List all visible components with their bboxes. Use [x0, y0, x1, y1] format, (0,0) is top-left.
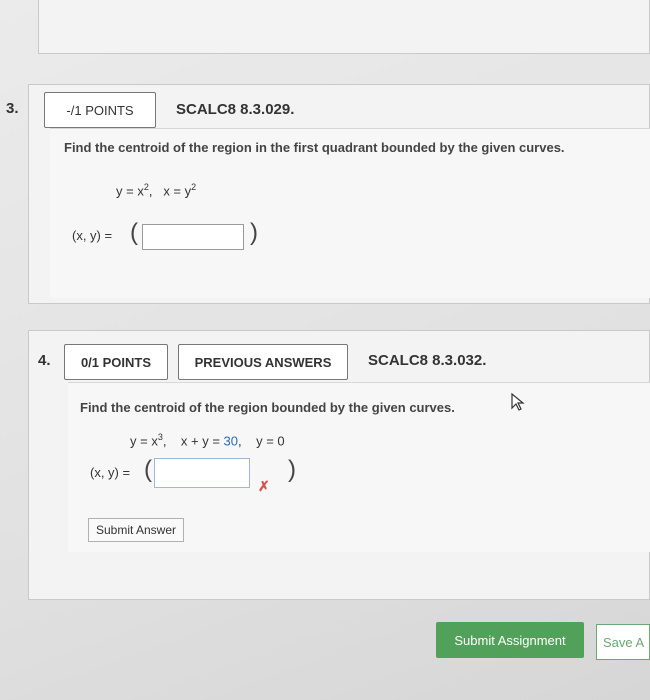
question-4-answer-label: (x, y) =	[90, 465, 131, 480]
submit-answer-button[interactable]: Submit Answer	[88, 518, 184, 542]
question-3-prompt: Find the centroid of the region in the f…	[64, 140, 565, 155]
question-4-eq1: y = x	[130, 433, 158, 449]
question-4-eq2-value: 30	[223, 433, 239, 449]
question-3-answer-input[interactable]	[142, 224, 244, 250]
question-3-equation: y = x2, x = y2	[116, 182, 196, 198]
question-3-points-badge: -/1 POINTS	[44, 92, 156, 128]
question-3-code: SCALC8 8.3.029.	[176, 101, 295, 118]
incorrect-mark-icon: ✗	[258, 478, 270, 494]
question-3-eq-separator: ,	[148, 183, 153, 199]
question-4-eq2-prefix: x + y =	[180, 433, 224, 449]
cursor-icon	[510, 392, 526, 417]
question-3-eq2-exponent: 2	[191, 182, 197, 192]
question-4-prompt: Find the centroid of the region bounded …	[80, 400, 455, 415]
previous-question-card	[38, 0, 650, 54]
question-3-eq2: x = y	[163, 183, 192, 199]
question-3-eq1: y = x	[116, 183, 144, 199]
question-4-code: SCALC8 8.3.032.	[368, 352, 487, 369]
question-4-eq1-exponent: 3	[157, 432, 163, 442]
question-4-answer-input[interactable]	[154, 458, 250, 488]
question-4-close-paren: )	[288, 456, 296, 483]
question-4-eq3: y = 0	[256, 433, 285, 449]
question-4-equation: y = x3, x + y = 30, y = 0	[130, 432, 285, 449]
question-3-open-paren: (	[130, 219, 138, 246]
question-4-open-paren: (	[144, 456, 152, 483]
submit-assignment-button[interactable]: Submit Assignment	[436, 622, 584, 658]
save-assignment-button[interactable]: Save A	[596, 624, 650, 660]
question-4-points-badge: 0/1 POINTS	[64, 344, 168, 380]
previous-answers-button[interactable]: PREVIOUS ANSWERS	[178, 344, 348, 380]
question-3-close-paren: )	[250, 219, 258, 246]
question-4-number: 4.	[38, 352, 51, 369]
question-3-answer-label: (x, y) =	[72, 228, 113, 243]
question-3-number: 3.	[6, 100, 19, 117]
